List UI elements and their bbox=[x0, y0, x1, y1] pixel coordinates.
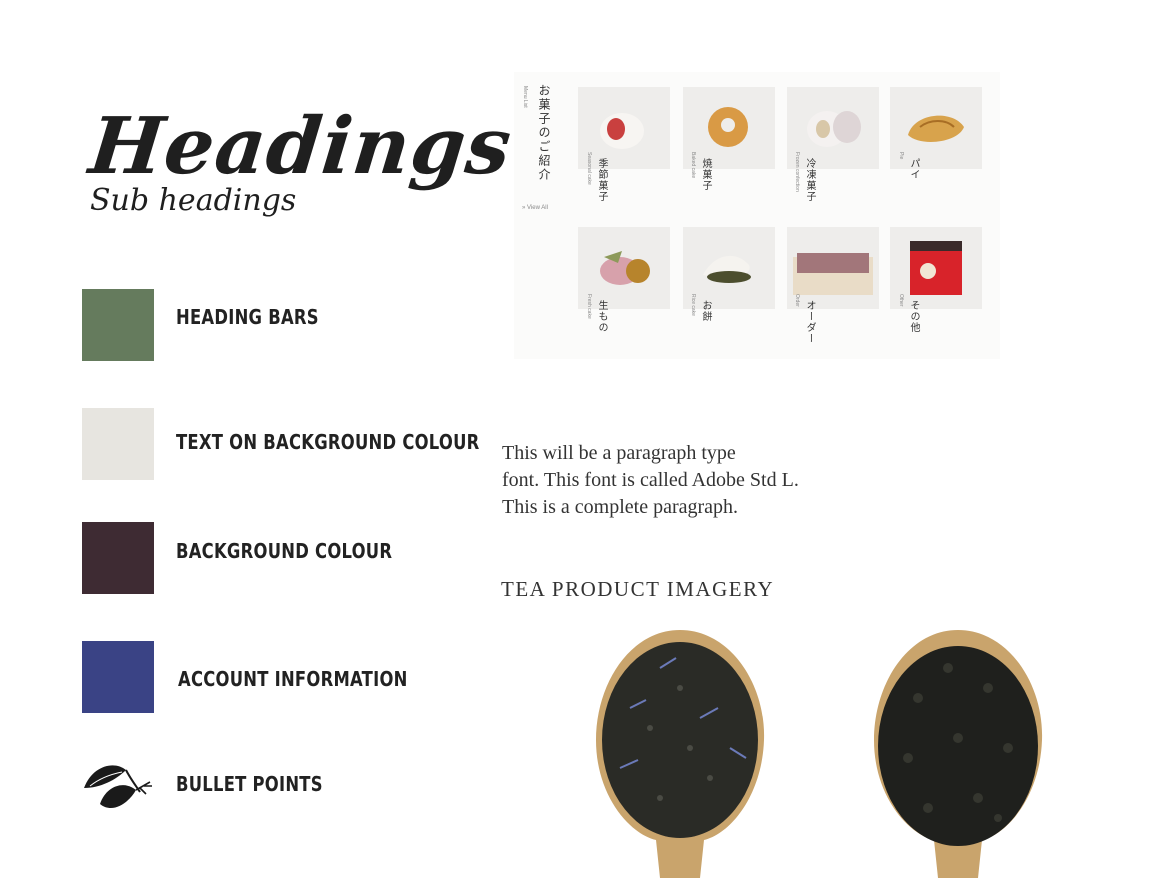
menu-item-en: Other bbox=[898, 294, 904, 307]
menu-mockup: Menu List お菓子のご紹介 » View All Seasonal ca… bbox=[514, 72, 1000, 359]
subheadings-title: Sub headings bbox=[90, 183, 297, 218]
menu-item-en: Fresh cake bbox=[586, 294, 592, 319]
menu-item-image[interactable] bbox=[787, 87, 879, 169]
menu-item-jp: 冷凍菓子 bbox=[804, 158, 815, 202]
text-on-background-label: TEXT ON BACKGROUND COLOUR bbox=[176, 430, 480, 454]
menu-item-jp: その他 bbox=[908, 300, 919, 333]
menu-item-en: Frozen confection bbox=[794, 152, 800, 192]
view-all-link[interactable]: » View All bbox=[522, 205, 548, 211]
menu-item-jp: 季節菓子 bbox=[596, 158, 607, 202]
order-box-image bbox=[793, 253, 873, 295]
menu-item-jp: オーダー bbox=[804, 300, 815, 344]
menu-item-en: Pie bbox=[898, 152, 904, 160]
leaf-icon bbox=[84, 765, 152, 809]
text-on-background-swatch bbox=[82, 408, 154, 480]
bullet-points-label: BULLET POINTS bbox=[176, 772, 323, 796]
heading-bars-label: HEADING BARS bbox=[176, 305, 319, 329]
menu-item-jp: 焼菓子 bbox=[700, 158, 711, 191]
account-information-label: ACCOUNT INFORMATION bbox=[178, 667, 408, 691]
menu-item-en: Seasonal cake bbox=[586, 152, 592, 185]
headings-title: Headings bbox=[85, 101, 517, 192]
menu-item-image[interactable] bbox=[683, 227, 775, 309]
tea-spoon-image bbox=[596, 630, 765, 878]
rice-cake-image bbox=[703, 255, 751, 283]
paragraph-line: font. This font is called Adobe Std L. bbox=[502, 469, 799, 491]
background-colour-swatch bbox=[82, 522, 154, 594]
tea-imagery-title: TEA PRODUCT IMAGERY bbox=[501, 577, 775, 601]
menu-item-en: Order bbox=[794, 294, 800, 307]
heading-bars-swatch bbox=[82, 289, 154, 361]
frozen-sweet-image bbox=[807, 111, 861, 147]
paragraph-line: This will be a paragraph type bbox=[502, 442, 736, 464]
menu-item-image[interactable] bbox=[683, 87, 775, 169]
background-colour-label: BACKGROUND COLOUR bbox=[176, 539, 393, 563]
menu-title: お菓子のご紹介 bbox=[537, 84, 551, 182]
menu-item-en: Rice cake bbox=[690, 294, 696, 316]
tea-spoon-image bbox=[874, 630, 1043, 878]
menu-item-jp: パイ bbox=[908, 158, 919, 180]
paragraph-line: This is a complete paragraph. bbox=[502, 496, 739, 518]
menu-subtitle: Menu List bbox=[522, 86, 528, 108]
menu-item-en: Baked cake bbox=[690, 152, 696, 179]
donut-image bbox=[708, 107, 748, 147]
account-information-swatch bbox=[82, 641, 154, 713]
menu-item-image[interactable] bbox=[787, 227, 879, 309]
menu-item-jp: お餅 bbox=[700, 300, 711, 322]
menu-item-jp: 生もの bbox=[596, 300, 607, 333]
paragraph-sample: This will be a paragraph type font. This… bbox=[502, 440, 862, 521]
